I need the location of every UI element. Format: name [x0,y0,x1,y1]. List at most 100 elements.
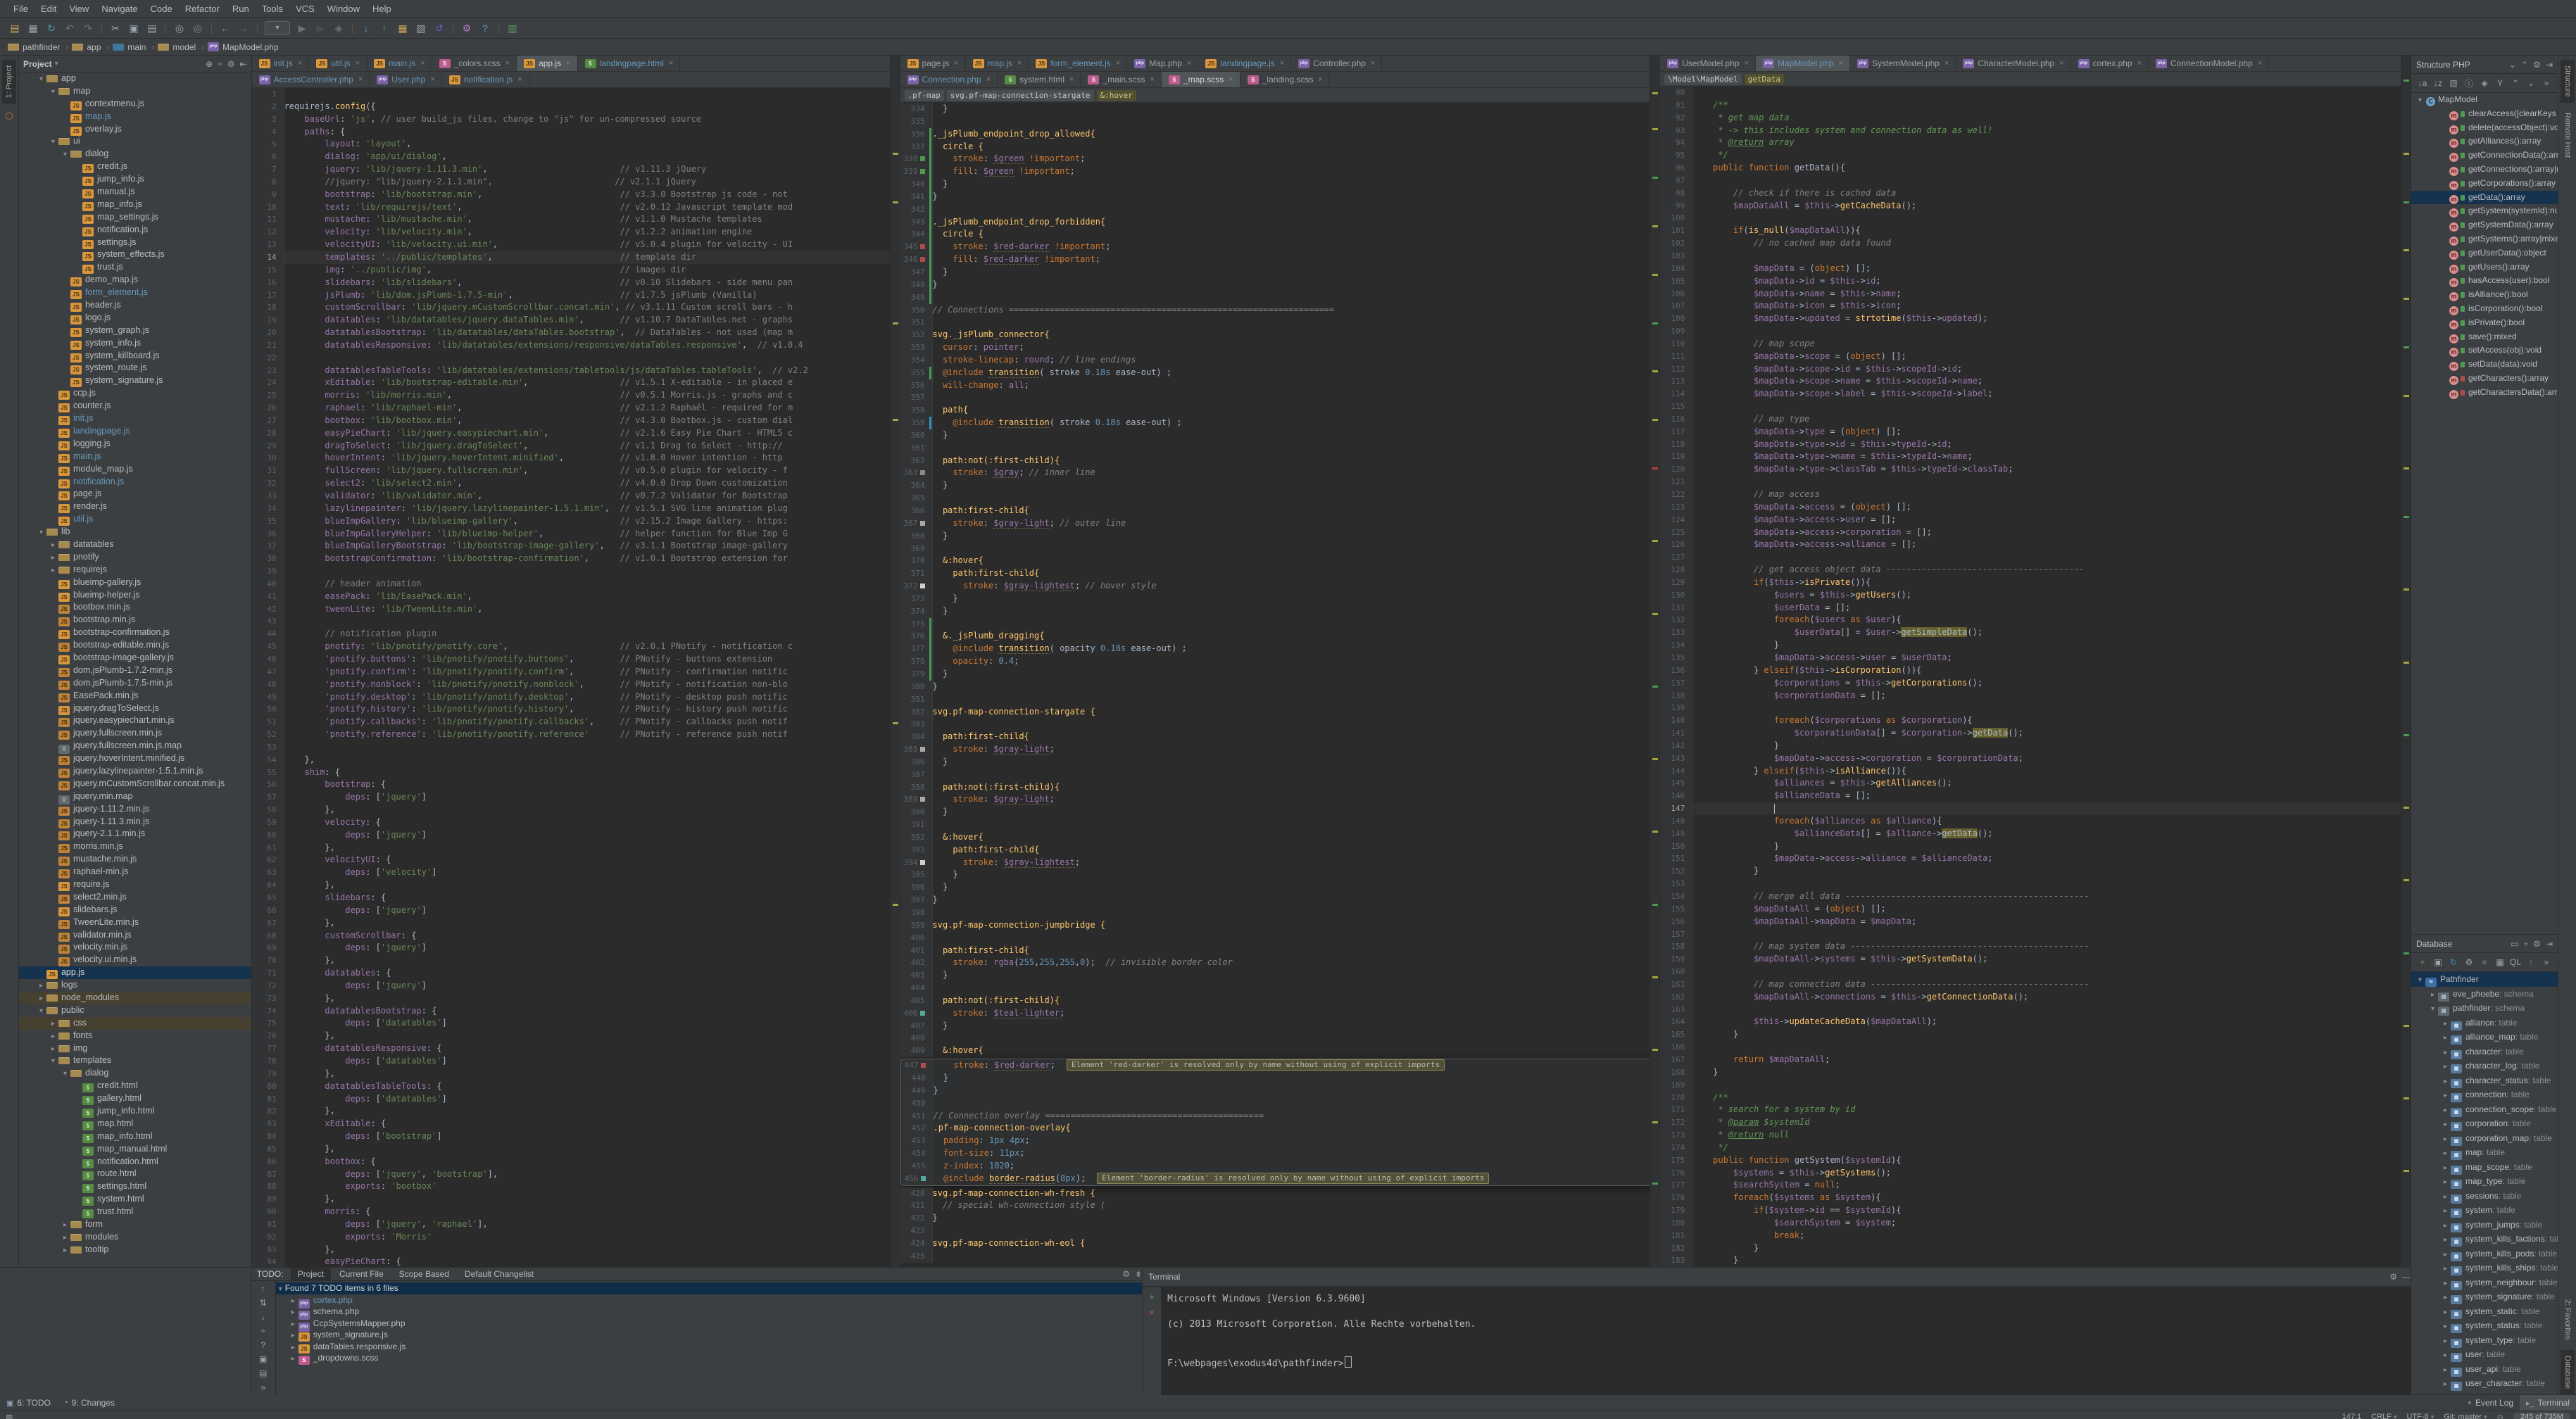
hide-icon[interactable]: ⇥ [2546,60,2553,70]
project-tree-item[interactable]: ▸datatables [19,538,251,551]
structure-item[interactable]: mgetConnectionData():array [2411,149,2558,163]
project-header-icon[interactable]: ⚙ [227,59,235,69]
breadcrumb-item[interactable]: model [157,42,196,52]
editor-tab-_main.scss[interactable]: S_main.scss× [1081,72,1161,87]
project-tree-item[interactable]: 5map_manual.html [19,1143,251,1156]
close-icon[interactable]: × [669,59,673,68]
project-tree-item[interactable]: JSmodule_map.js [19,463,251,476]
database-tree-item[interactable]: ▸▦character: table [2411,1045,2558,1059]
database-tree-item[interactable]: ▸▦connection_scope: table [2411,1102,2558,1117]
database-tree-item[interactable]: ▸▦user_character: table [2411,1376,2558,1391]
back-icon[interactable]: ← [217,20,234,36]
editor-tab-MapModel.php[interactable]: phpMapModel.php× [1756,56,1850,71]
breadcrumb-item[interactable]: pathfinder [7,42,60,52]
database-tree-item[interactable]: ▸▦system_kills_pods: table [2411,1247,2558,1261]
expander-icon[interactable]: ▾ [49,86,58,99]
structure-item[interactable]: msave():mixed [2411,330,2558,344]
project-tree-item[interactable]: JSrequire.js [19,878,251,891]
expander-icon[interactable]: ▸ [2441,1335,2450,1349]
error-stripe[interactable] [1650,56,1659,1267]
database-tree-item[interactable]: ▸▦character_log: table [2411,1059,2558,1073]
expander-icon[interactable]: ▸ [289,1354,298,1366]
close-icon[interactable]: × [1318,75,1322,84]
expander-icon[interactable]: ▾ [49,1055,58,1068]
todo-filter-scope-based[interactable]: Scope Based [392,1268,456,1280]
editor-tab-landingpage.js[interactable]: JSlandingpage.js× [1198,56,1291,71]
terminal-side-icon[interactable]: + [1149,1292,1155,1307]
expander-icon[interactable]: ▸ [49,1018,58,1030]
project-tree-item[interactable]: ▾public [19,1004,251,1017]
expander-icon[interactable]: ▾ [276,1284,285,1296]
todo-side-icon[interactable]: ▣ [259,1354,267,1368]
paste-icon[interactable]: ▤ [144,20,161,36]
expander-icon[interactable]: ▸ [2441,1147,2450,1161]
structure-item[interactable]: misAlliance():bool [2411,288,2558,302]
editor-tab-_colors.scss[interactable]: S_colors.scss× [432,56,517,71]
expander-icon[interactable]: ▸ [2441,1320,2450,1335]
project-tree-item[interactable]: JSinit.js [19,412,251,425]
database-toolbar-icon[interactable]: ⚙ [2461,957,2477,967]
toolwindow-tab-project[interactable]: 1: Project [2,60,16,103]
structure-item[interactable]: mgetData():array [2411,191,2558,205]
project-tree-item[interactable]: ▾ui [19,135,251,148]
project-tree-item[interactable]: ▾app [19,72,251,85]
toolwindow-button-event-log[interactable]: ◖Event Log [2461,1395,2520,1411]
expander-icon[interactable]: ▸ [61,1219,70,1232]
project-header-icon[interactable]: ⇤ [240,59,247,69]
structure-item[interactable]: mgetUsers():array [2411,260,2558,275]
gear-icon[interactable]: ⚙ [1122,1269,1130,1279]
database-tree-item[interactable]: ▸▤eve_phoebe: schema [2411,987,2558,1002]
expander-icon[interactable]: ▸ [2441,1233,2450,1248]
project-tree-item[interactable]: JSoverlay.js [19,123,251,136]
project-tree-item[interactable]: JSbootstrap.min.js [19,614,251,626]
database-tree-item[interactable]: ▸▦system_jumps: table [2411,1218,2558,1232]
database-tree-item[interactable]: ▸▦system: table [2411,1203,2558,1218]
todo-file-row[interactable]: ▸phpCcpSystemsMapper.php [276,1318,1142,1330]
close-icon[interactable]: × [954,59,958,68]
todo-filter-project[interactable]: Project [291,1268,331,1280]
menu-code[interactable]: Code [144,4,179,14]
project-tree-item[interactable]: JSmustache.min.js [19,853,251,866]
editor-tab-Map.php[interactable]: phpMap.php× [1127,56,1198,71]
project-tree-item[interactable]: JSEasePack.min.js [19,690,251,702]
project-tree-item[interactable]: ▸modules [19,1231,251,1244]
expander-icon[interactable]: ▸ [61,1244,70,1257]
structure-item[interactable]: mdelete(accessObject):void [2411,121,2558,135]
todo-side-icon[interactable]: » [260,1382,265,1396]
settings-icon[interactable]: ⚙ [458,20,475,36]
database-tree-item[interactable]: ▸▦map_type: table [2411,1174,2558,1189]
gear-icon[interactable]: ⚙ [2389,1272,2397,1282]
run-icon[interactable]: ▶ [294,20,310,36]
expander-icon[interactable]: ▸ [2441,1377,2450,1392]
expander-icon[interactable]: ▸ [2441,1190,2450,1205]
project-tree-item[interactable]: JSjquery-2.1.1.min.js [19,828,251,840]
project-tree-item[interactable]: JSsystem_graph.js [19,324,251,337]
database-toolbar-icon[interactable]: ▣ [2430,957,2446,967]
coverage-icon[interactable]: ◈ [330,20,347,36]
project-tree-item[interactable]: JSrender.js [19,500,251,513]
status-segment[interactable]: Git: master ▾ [2444,1413,2487,1419]
project-tree-item[interactable]: JSutil.js [19,513,251,526]
expander-icon[interactable]: ▸ [2428,988,2437,1003]
context-chip[interactable]: svg.pf-map-connection-stargate [947,90,1094,101]
project-tree-item[interactable]: ▸pnotify [19,551,251,564]
terminal-side-icon[interactable]: × [1149,1307,1155,1323]
database-tree-item[interactable]: ▸▦map: table [2411,1145,2558,1160]
project-tree-item[interactable]: 5system.html [19,1193,251,1206]
vcs-update-icon[interactable]: ↓ [358,20,375,36]
expander-icon[interactable]: ▾ [37,526,46,539]
project-tree-item[interactable]: ▸tooltip [19,1244,251,1256]
toolwindow-button-6-todo[interactable]: ▣6: TODO [0,1395,57,1411]
menu-run[interactable]: Run [226,4,256,14]
close-icon[interactable]: × [1838,59,1842,68]
split-icon[interactable]: ÷ [2524,939,2529,949]
project-tree-item[interactable]: JSjquery.lazylinepainter-1.5.1.min.js [19,765,251,778]
structure-item[interactable]: mgetSystems():array|mixed [2411,232,2558,246]
project-tree-item[interactable]: JSsystem_signature.js [19,374,251,387]
todo-side-icon[interactable]: ▤ [259,1368,267,1382]
close-icon[interactable]: × [1150,75,1155,84]
menu-refactor[interactable]: Refactor [179,4,226,14]
close-icon[interactable]: × [505,59,510,68]
menu-vcs[interactable]: VCS [289,4,321,14]
memory-indicator[interactable]: 245 of 735M [2513,1413,2570,1419]
